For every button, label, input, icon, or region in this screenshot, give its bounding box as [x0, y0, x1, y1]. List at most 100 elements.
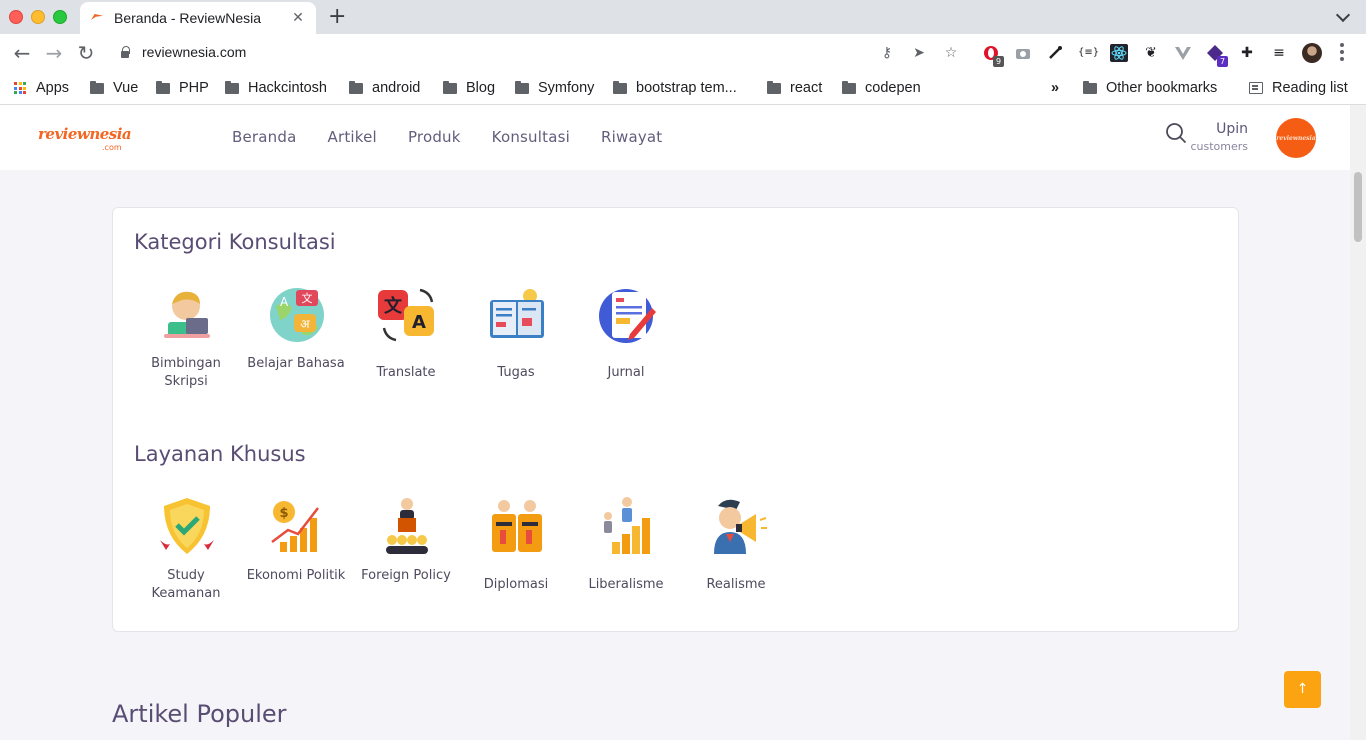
- camera-icon[interactable]: [1014, 44, 1032, 62]
- special-services-grid: Study Keamanan $ Ekonomi Politik Foreign…: [136, 496, 796, 626]
- special-item-liberalisme[interactable]: Liberalisme: [576, 496, 686, 626]
- services-card: Kategori Konsultasi Bimbingan Skripsi 文 …: [112, 207, 1239, 632]
- nav-produk[interactable]: Produk: [408, 128, 461, 146]
- bookmark-label: Other bookmarks: [1106, 80, 1218, 96]
- key-icon[interactable]: ⚷: [878, 44, 896, 62]
- profile-avatar[interactable]: [1302, 43, 1322, 63]
- browser-toolbar: ← → ↻ reviewnesia.com ⚷ ➤ ☆ 9 {≡} ❦ 7 ✚: [0, 34, 1366, 72]
- react-devtools-icon[interactable]: [1110, 44, 1128, 62]
- bookmark-symfony[interactable]: Symfony: [515, 77, 594, 99]
- bookmark-android[interactable]: android: [349, 77, 420, 99]
- nav-riwayat[interactable]: Riwayat: [601, 128, 662, 146]
- eyedropper-icon[interactable]: [1046, 44, 1064, 62]
- realism-megaphone-icon: [714, 499, 767, 554]
- folder-icon: [443, 80, 457, 94]
- consult-item-belajar-bahasa[interactable]: 文 अ A Belajar Bahasa: [246, 284, 356, 414]
- close-window-button[interactable]: [9, 10, 23, 24]
- bookmark-star-icon[interactable]: ☆: [942, 44, 960, 62]
- bookmark-blog[interactable]: Blog: [443, 77, 495, 99]
- lock-icon[interactable]: [120, 46, 130, 58]
- bookmark-codepen[interactable]: codepen: [842, 77, 921, 99]
- consultation-grid: Bimbingan Skripsi 文 अ A Belajar Bahasa 文…: [136, 284, 686, 414]
- folder-icon: [613, 80, 627, 94]
- site-logo[interactable]: reviewnesia .com: [38, 121, 132, 155]
- minimize-window-button[interactable]: [31, 10, 45, 24]
- user-avatar[interactable]: reviewnesia: [1276, 118, 1316, 158]
- bookmarks-overflow-button[interactable]: »: [1051, 77, 1059, 99]
- reading-list-icon: [1249, 82, 1263, 94]
- address-bar[interactable]: reviewnesia.com: [142, 44, 246, 60]
- bookmark-apps[interactable]: Apps: [14, 77, 69, 99]
- special-item-foreign-policy[interactable]: Foreign Policy: [356, 496, 466, 626]
- bookmark-bootstrap[interactable]: bootstrap tem...: [613, 77, 737, 99]
- item-label: Belajar Bahasa: [247, 356, 345, 371]
- maximize-window-button[interactable]: [53, 10, 67, 24]
- gnome-icon[interactable]: ❦: [1142, 44, 1160, 62]
- send-icon[interactable]: ➤: [910, 44, 928, 62]
- consult-item-jurnal[interactable]: Jurnal: [576, 284, 686, 414]
- search-icon[interactable]: [1165, 122, 1187, 144]
- vue-devtools-icon[interactable]: [1174, 44, 1192, 62]
- bookmark-label: Symfony: [538, 80, 595, 96]
- forward-button[interactable]: →: [43, 42, 65, 64]
- main-nav: Beranda Artikel Produk Konsultasi Riwaya…: [232, 128, 662, 146]
- reading-list[interactable]: Reading list: [1249, 77, 1348, 99]
- bookmark-label: Apps: [36, 80, 70, 96]
- item-label: Liberalisme: [588, 577, 664, 592]
- special-item-realisme[interactable]: Realisme: [686, 496, 796, 626]
- special-item-study-keamanan[interactable]: Study Keamanan: [136, 496, 246, 626]
- favicon-icon: [90, 11, 104, 25]
- other-bookmarks[interactable]: Other bookmarks: [1083, 77, 1217, 99]
- consult-item-bimbingan-skripsi[interactable]: Bimbingan Skripsi: [136, 284, 246, 414]
- avatar-logo-text: reviewnesia: [1276, 134, 1316, 142]
- special-item-diplomasi[interactable]: Diplomasi: [466, 496, 576, 626]
- tab-title: Beranda - ReviewNesia: [114, 10, 262, 26]
- thesis-student-icon: [164, 291, 210, 338]
- item-label: Translate: [376, 365, 436, 380]
- purple-extension-icon[interactable]: 7: [1206, 44, 1228, 67]
- bookmark-label: Blog: [466, 80, 496, 96]
- media-queue-icon[interactable]: ≡: [1270, 44, 1288, 62]
- nav-konsultasi[interactable]: Konsultasi: [492, 128, 570, 146]
- consult-item-tugas[interactable]: Tugas: [466, 284, 576, 414]
- folder-icon: [225, 80, 239, 94]
- nav-beranda[interactable]: Beranda: [232, 128, 297, 146]
- folder-icon: [842, 80, 856, 94]
- item-label: Bimbingan Skripsi: [151, 356, 221, 389]
- tab-search-icon[interactable]: [1336, 8, 1350, 22]
- item-label: Realisme: [706, 577, 766, 592]
- bookmark-label: react: [790, 80, 823, 96]
- browser-tab[interactable]: Beranda - ReviewNesia ✕: [80, 2, 316, 34]
- tab-close-icon[interactable]: ✕: [290, 10, 306, 26]
- user-role: customers: [1190, 140, 1248, 153]
- scroll-to-top-button[interactable]: ↑: [1284, 671, 1321, 708]
- nav-artikel[interactable]: Artikel: [328, 128, 377, 146]
- json-icon[interactable]: {≡}: [1078, 44, 1099, 62]
- reload-button[interactable]: ↻: [75, 42, 97, 64]
- back-button[interactable]: ←: [11, 42, 33, 64]
- diplomacy-podium-icon: [492, 500, 542, 552]
- bookmark-react[interactable]: react: [767, 77, 822, 99]
- scrollbar-thumb[interactable]: [1354, 172, 1362, 242]
- special-item-ekonomi-politik[interactable]: $ Ekonomi Politik: [246, 496, 356, 626]
- extensions-puzzle-icon[interactable]: ✚: [1238, 44, 1256, 62]
- bookmark-hackcintosh[interactable]: Hackcintosh: [225, 77, 327, 99]
- folder-icon: [515, 80, 529, 94]
- consult-item-translate[interactable]: 文 A Translate: [356, 284, 466, 414]
- opera-extension-icon[interactable]: 9: [982, 44, 1004, 67]
- svg-text:A: A: [412, 312, 426, 333]
- user-name[interactable]: Upin: [1216, 121, 1248, 137]
- logo-text: reviewnesia: [38, 125, 132, 143]
- popular-articles-heading: Artikel Populer: [112, 700, 287, 728]
- bookmark-label: Vue: [113, 80, 139, 96]
- bookmark-vue[interactable]: Vue: [90, 77, 138, 99]
- consultation-heading: Kategori Konsultasi: [134, 230, 336, 254]
- page-scrollbar[interactable]: [1350, 105, 1366, 740]
- item-label: Study Keamanan: [151, 568, 221, 601]
- new-tab-button[interactable]: +: [328, 4, 346, 29]
- browser-menu-icon[interactable]: [1340, 43, 1344, 63]
- page-content: reviewnesia .com Beranda Artikel Produk …: [0, 105, 1366, 740]
- bookmark-label: bootstrap tem...: [636, 80, 737, 96]
- item-label: Foreign Policy: [361, 568, 451, 583]
- bookmark-php[interactable]: PHP: [156, 77, 209, 99]
